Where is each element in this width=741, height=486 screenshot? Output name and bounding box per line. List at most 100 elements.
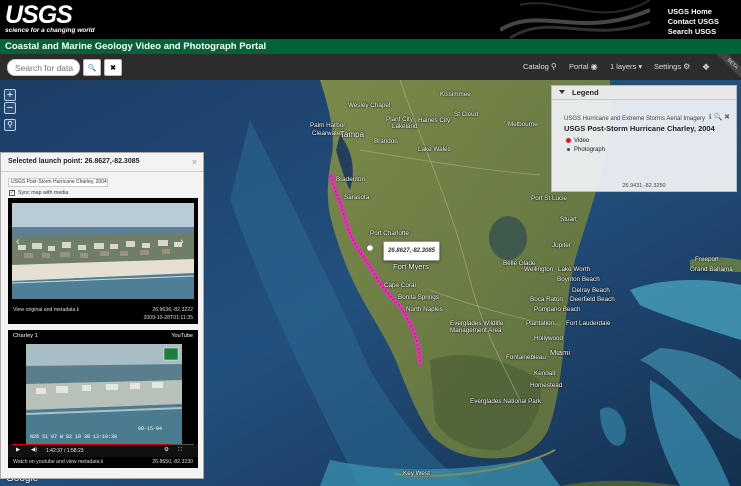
legend-layer-actions[interactable]: ℹ 🔍 ✖ — [709, 113, 730, 121]
city-label: Boynton Beach — [557, 276, 600, 283]
city-label: Cape Coral — [384, 282, 416, 289]
fullscreen-button[interactable]: ⛶ — [178, 447, 182, 454]
city-label: Melbourne — [508, 121, 538, 128]
catalog-menu[interactable]: Catalog ⚲ — [523, 62, 557, 71]
city-label: Wellington — [524, 266, 554, 273]
zoom-in-button[interactable]: + — [4, 89, 16, 101]
portal-label: Portal — [569, 62, 589, 71]
contact-usgs-link[interactable]: Contact USGS — [668, 17, 719, 27]
search-input[interactable] — [7, 59, 80, 76]
city-label: Palm Harbor — [310, 122, 346, 129]
checkbox-checked-icon: ✓ — [9, 190, 15, 196]
city-label: Port St Lucie — [531, 195, 568, 202]
city-label: Plant City — [386, 116, 413, 123]
city-label: Deerfield Beach — [570, 296, 615, 303]
settings-label: Settings — [654, 62, 682, 71]
city-label: St Cloud — [454, 111, 479, 118]
city-label: Clearwater — [312, 130, 343, 137]
close-icon: ✖ — [110, 64, 116, 72]
blue-dot-icon — [567, 147, 570, 151]
settings-menu[interactable]: Settings ⚙ — [654, 62, 690, 71]
city-label: Fort Myers — [393, 262, 429, 271]
video-title: Charley 1 — [13, 333, 38, 339]
legend-item-photograph: Photograph — [566, 147, 605, 153]
aerial-photo[interactable] — [12, 203, 194, 299]
video-player[interactable]: Charley 1 YouTube 08-15-04 N26 51 07 W 8… — [8, 330, 198, 468]
search-usgs-link[interactable]: Search USGS — [668, 27, 719, 37]
city-label: Jupiter — [552, 242, 571, 249]
legend-heading: Legend — [572, 88, 599, 97]
city-label: Fort Lauderdale — [566, 320, 611, 327]
city-label: Bradenton — [336, 176, 366, 183]
red-dot-icon — [566, 138, 571, 143]
video-title-bar: Charley 1 YouTube — [8, 330, 198, 342]
zoom-extent-button[interactable]: ⚲ — [4, 119, 16, 131]
search-icon: ⚲ — [550, 62, 557, 71]
city-label: Lakeland — [392, 123, 418, 130]
portal-menu[interactable]: Portal ◉ — [569, 62, 598, 71]
beta-ribbon: BETA — [715, 54, 741, 80]
city-label: Lake Wales — [418, 146, 451, 153]
video-frame[interactable]: 08-15-04 N26 51 07 W 82 19 30 13:10:38 — [26, 344, 182, 444]
photo-coordinate: 26.9636,-82.3222 — [152, 307, 193, 313]
cursor-coordinate: 26.9431,-82.3250 — [622, 183, 666, 189]
header-links: USGS Home Contact USGS Search USGS — [668, 7, 719, 37]
layers-menu[interactable]: 1 layers ▾ — [610, 62, 642, 71]
close-panel-button[interactable]: × — [192, 157, 197, 167]
photo-timestamp: 2009-10-28T01:11:35 — [143, 315, 193, 321]
play-button[interactable]: ▶ — [16, 447, 20, 453]
panel-title: Selected launch point: 26.8627,-82.3085 — [1, 153, 203, 172]
next-photo-button[interactable]: › — [180, 236, 184, 248]
watch-on-youtube-link[interactable]: Watch on youtube and view metadata ℹ — [13, 459, 103, 465]
city-label: Grand Bahama — [690, 266, 733, 273]
city-label: Hollywood — [534, 335, 564, 342]
settings-button[interactable]: ⚙ — [164, 447, 169, 453]
catalog-label: Catalog — [523, 62, 549, 71]
sync-label: Sync map with media — [18, 190, 69, 196]
city-label: Port Charlotte — [370, 230, 409, 237]
launch-point-panel: Selected launch point: 26.8627,-82.3085 … — [0, 152, 204, 479]
city-label: Brandon — [374, 138, 398, 145]
legend-layer-subtitle: USGS Hurricane and Extreme Storms Aerial… — [564, 116, 706, 122]
usgs-logo[interactable]: USGS science for a changing world — [5, 3, 95, 35]
city-label: Haines City — [418, 117, 451, 124]
city-label: Pompano Beach — [534, 306, 581, 313]
header-swoosh-decoration — [500, 0, 650, 39]
launch-point-popup: 26.8627,-82.3085 — [383, 241, 440, 261]
city-label: Kissimmee — [440, 91, 471, 98]
beta-label: BETA — [716, 54, 741, 80]
map-toolbar: 🔍 ✖ Catalog⚲ Portal◉ 1 layers ▾ Settings… — [0, 54, 741, 80]
legend-item-video: Video — [566, 138, 589, 144]
video-coordinate: 26.8650,-82.3230 — [152, 459, 193, 465]
search-icon: 🔍 — [87, 64, 97, 72]
video-controls: ▶ ◀) 1:42:37 / 1:58:23 ⚙ ⛶ — [8, 445, 198, 457]
search-button[interactable]: 🔍 — [83, 59, 101, 76]
video-hud-coords: N26 51 07 W 82 19 30 13:10:38 — [30, 434, 118, 440]
usgs-tagline: science for a changing world — [5, 27, 95, 34]
info-button[interactable]: ❖ — [702, 62, 710, 73]
photo-viewer[interactable]: ‹ › View original and metadata ℹ 26.9636… — [8, 198, 198, 324]
magnifier-icon: ⚲ — [7, 120, 13, 129]
legend-header[interactable]: Legend — [552, 86, 736, 100]
zoom-out-button[interactable]: − — [4, 102, 16, 114]
view-original-link[interactable]: View original and metadata ℹ — [13, 307, 79, 313]
video-time: 1:42:37 / 1:58:23 — [46, 448, 84, 454]
city-label: Homestead — [530, 382, 563, 389]
previous-photo-button[interactable]: ‹ — [16, 236, 20, 248]
usgs-home-link[interactable]: USGS Home — [668, 7, 719, 17]
youtube-label[interactable]: YouTube — [171, 333, 193, 339]
series-field: USGS Post-Storm Hurricane Charley, 2004 — [8, 178, 108, 187]
clear-search-button[interactable]: ✖ — [104, 59, 122, 76]
legend-item-label: Video — [574, 138, 590, 145]
city-label: Bonita Springs — [398, 294, 439, 301]
collapse-triangle-icon — [559, 90, 565, 94]
gear-icon: ⚙ — [683, 62, 691, 71]
city-label: Plantation — [526, 320, 555, 327]
site-header: USGS science for a changing world USGS H… — [0, 0, 741, 39]
city-label: Freeport — [695, 256, 719, 263]
volume-button[interactable]: ◀) — [31, 447, 37, 453]
city-label: North Naples — [406, 306, 443, 313]
sync-map-checkbox[interactable]: ✓ Sync map with media — [9, 190, 68, 196]
city-label: Everglades National Park — [470, 398, 542, 405]
city-label: Everglades Wildlife Management Area — [450, 320, 504, 334]
